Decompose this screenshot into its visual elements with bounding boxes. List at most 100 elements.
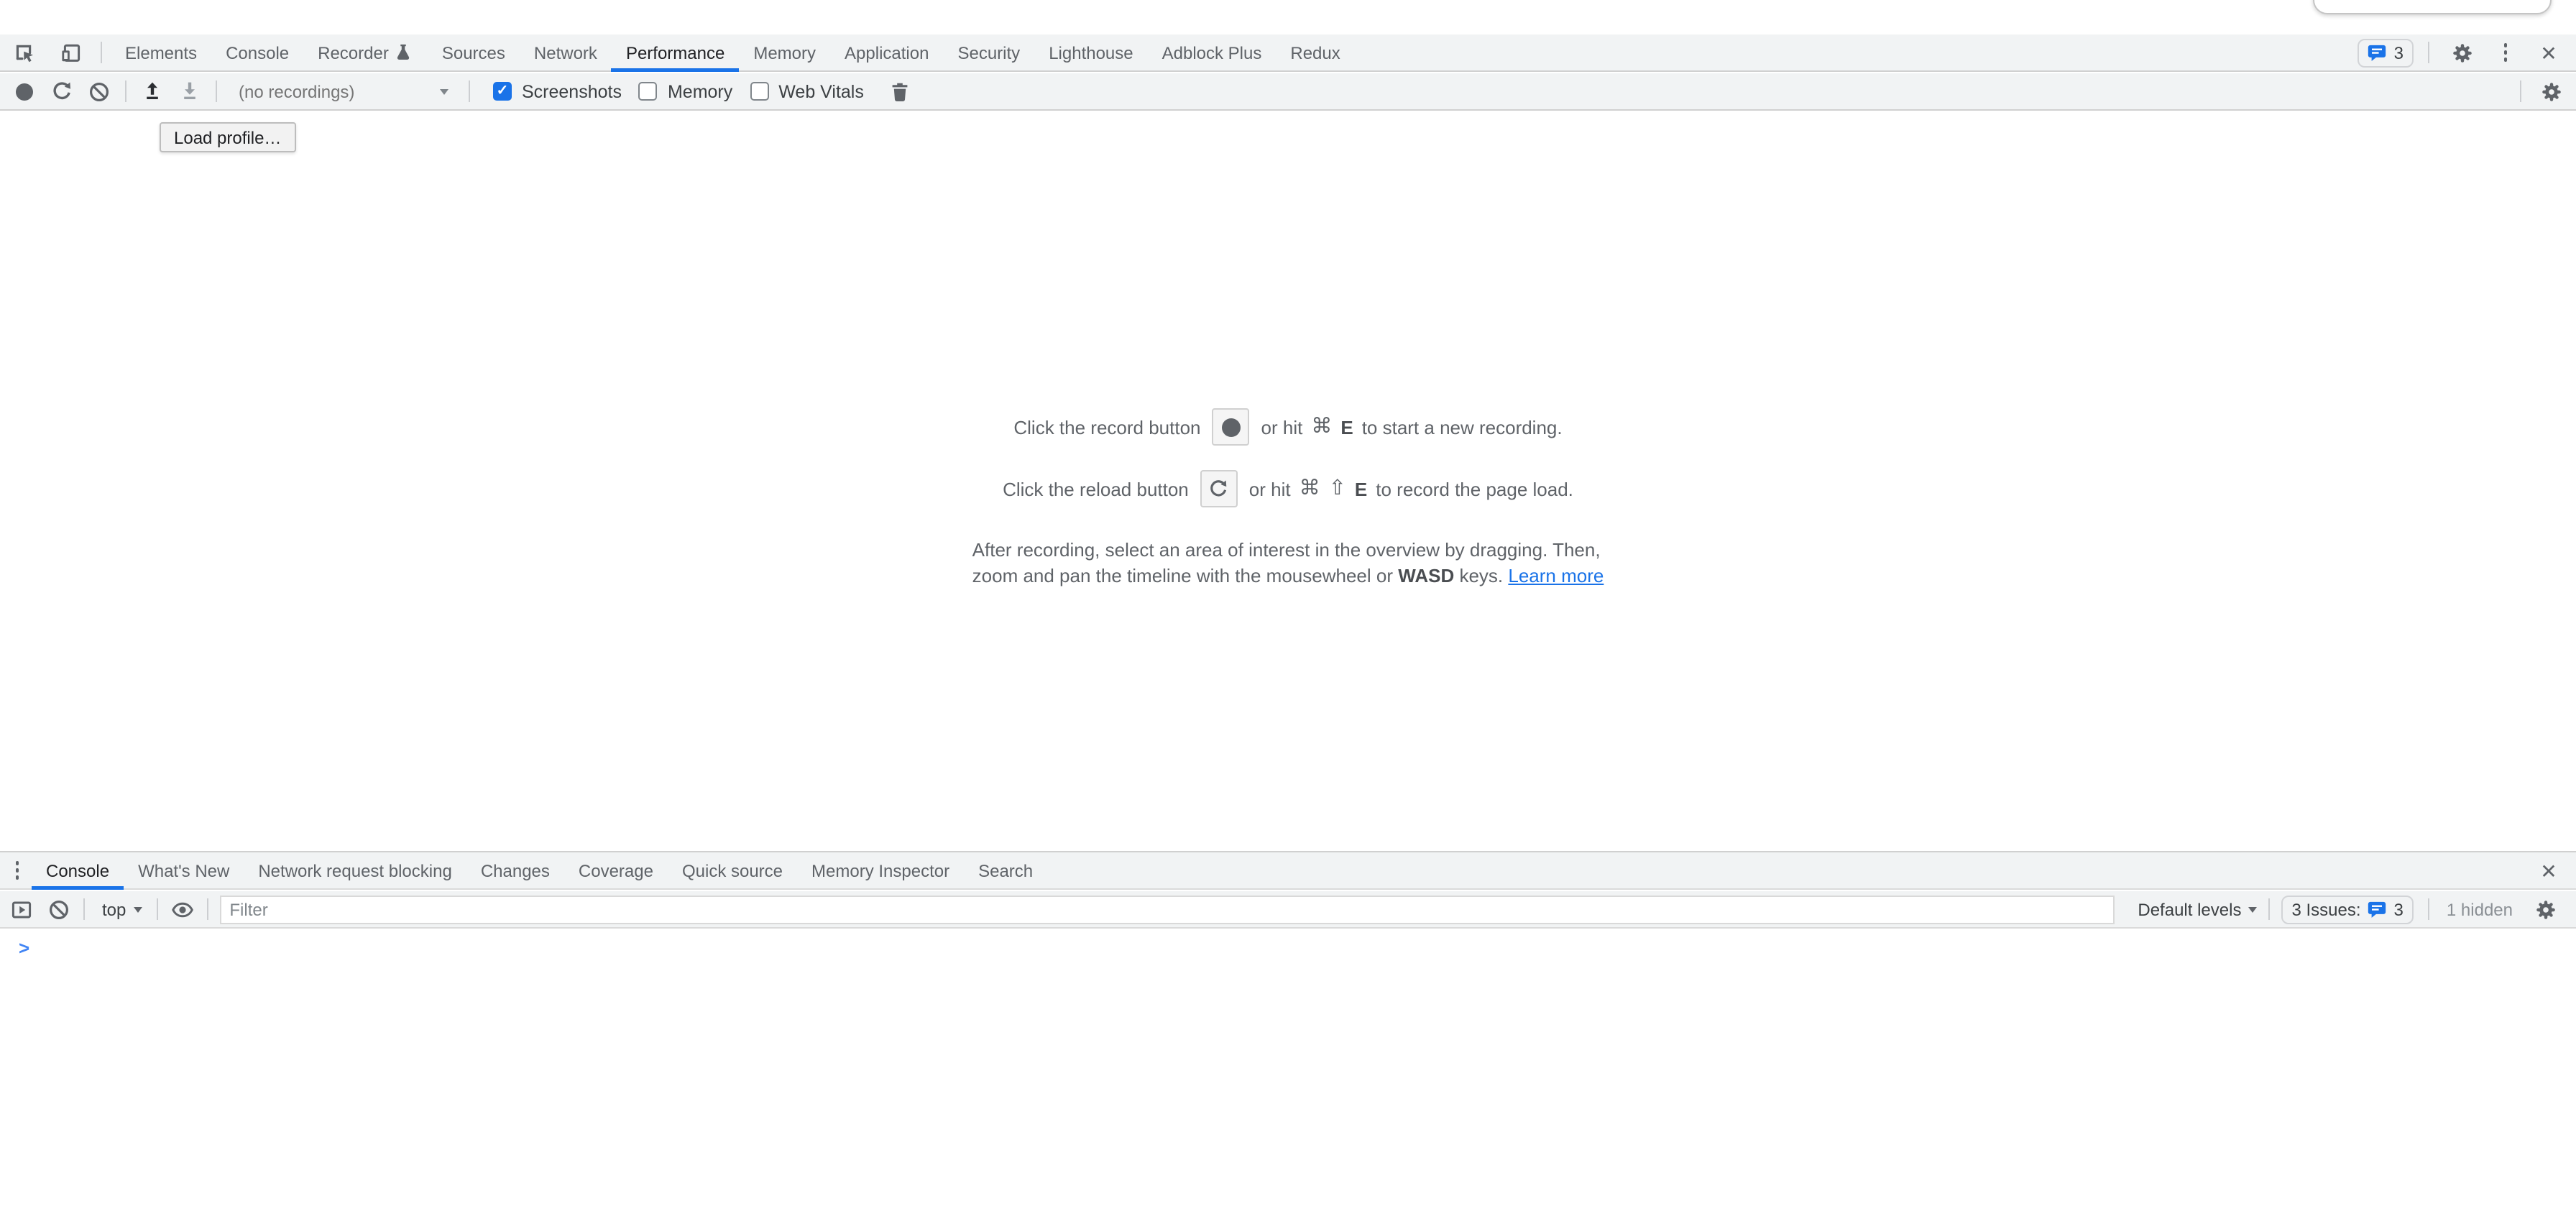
close-drawer-button[interactable]: ✕ <box>2530 852 2567 889</box>
tab-elements[interactable]: Elements <box>111 34 211 71</box>
issues-badge-count: 3 <box>2394 42 2404 63</box>
performance-panel-content: Click the record button or hit ⌘ E to st… <box>0 112 2576 851</box>
tab-redux[interactable]: Redux <box>1276 34 1354 71</box>
shift-key-symbol: ⇧ <box>1329 477 1346 500</box>
checkbox-checked-icon: ✓ <box>493 82 512 101</box>
hidden-messages-label: 1 hidden <box>2447 899 2513 919</box>
context-select-value: top <box>102 899 126 919</box>
drawer-tab-network-request-blocking[interactable]: Network request blocking <box>244 852 466 889</box>
record-button[interactable] <box>6 73 43 110</box>
upload-icon <box>141 80 164 103</box>
browser-top-strip <box>0 0 2576 34</box>
drawer-tab-memory-inspector[interactable]: Memory Inspector <box>797 852 964 889</box>
drawer-tab-search[interactable]: Search <box>964 852 1047 889</box>
reload-icon <box>50 80 73 103</box>
tab-security[interactable]: Security <box>943 34 1034 71</box>
recordings-select[interactable]: (no recordings) <box>230 77 457 106</box>
tab-console[interactable]: Console <box>211 34 303 71</box>
drawer-tab-quick-source[interactable]: Quick source <box>668 852 797 889</box>
drawer-tab-whats-new[interactable]: What's New <box>124 852 244 889</box>
record-and-reload-button[interactable] <box>43 73 80 110</box>
record-instruction-row: Click the record button or hit ⌘ E to st… <box>1013 408 1562 446</box>
hint-line-1: After recording, select an area of inter… <box>972 538 1604 563</box>
tab-network[interactable]: Network <box>520 34 612 71</box>
show-console-sidebar-button[interactable] <box>3 890 40 928</box>
main-tabbar: Elements Console Recorder Sources Networ… <box>0 34 2576 72</box>
record-icon <box>16 83 33 100</box>
learn-more-link[interactable]: Learn more <box>1508 564 1604 586</box>
e-key: E <box>1340 416 1353 438</box>
log-levels-select[interactable]: Default levels <box>2126 899 2257 919</box>
drawer-tab-coverage[interactable]: Coverage <box>564 852 668 889</box>
drawer-tab-changes[interactable]: Changes <box>466 852 564 889</box>
cmd-key-symbol: ⌘ <box>1311 415 1332 438</box>
issues-badge-button[interactable]: 3 <box>2358 38 2414 67</box>
create-live-expression-button[interactable] <box>163 890 201 928</box>
tab-sources[interactable]: Sources <box>428 34 520 71</box>
eye-icon <box>170 898 193 921</box>
javascript-context-select[interactable]: top <box>91 899 142 919</box>
divider <box>2520 80 2521 102</box>
console-messages-area[interactable]: > <box>0 930 2576 1206</box>
settings-button[interactable] <box>2444 34 2481 71</box>
inspect-element-button[interactable] <box>6 34 43 71</box>
web-vitals-label: Web Vitals <box>778 81 864 101</box>
performance-toolbar: (no recordings) ✓ Screenshots Memory Web… <box>0 73 2576 111</box>
record-button-inline[interactable] <box>1213 408 1250 446</box>
clear-icon <box>88 80 111 103</box>
hint-line-2: zoom and pan the timeline with the mouse… <box>972 563 1604 588</box>
performance-empty-view: Click the record button or hit ⌘ E to st… <box>0 408 2576 588</box>
tab-performance[interactable]: Performance <box>612 34 739 71</box>
checkbox-unchecked-icon <box>639 82 658 101</box>
divider <box>2428 42 2429 63</box>
more-options-button[interactable] <box>2487 34 2524 71</box>
garbage-collect-button[interactable] <box>881 73 919 110</box>
e-key: E <box>1355 478 1367 500</box>
console-prompt-chevron[interactable]: > <box>19 937 29 959</box>
divider <box>2268 898 2270 920</box>
usage-hint: After recording, select an area of inter… <box>972 538 1604 588</box>
clear-console-button[interactable] <box>40 890 78 928</box>
tab-recorder-label: Recorder <box>318 42 389 63</box>
devtools-window: Elements Console Recorder Sources Networ… <box>0 0 2576 1206</box>
reload-button-inline[interactable] <box>1200 470 1238 507</box>
divider <box>156 898 157 920</box>
console-filter-input[interactable] <box>219 895 2115 924</box>
experiment-flask-icon <box>395 43 413 62</box>
tab-memory[interactable]: Memory <box>739 34 830 71</box>
drawer-tab-console[interactable]: Console <box>32 852 124 889</box>
reload-instruction-middle: or hit <box>1249 478 1291 500</box>
web-vitals-checkbox[interactable]: Web Vitals <box>750 81 864 101</box>
memory-label: Memory <box>668 81 732 101</box>
reload-icon <box>1208 478 1230 500</box>
reload-instruction-row: Click the reload button or hit ⌘ ⇧ E to … <box>1003 470 1573 507</box>
memory-checkbox[interactable]: Memory <box>639 81 732 101</box>
capture-settings-button[interactable] <box>2533 73 2570 110</box>
screenshots-checkbox[interactable]: ✓ Screenshots <box>493 81 622 101</box>
toggle-device-toolbar-button[interactable] <box>52 34 89 71</box>
close-devtools-button[interactable]: ✕ <box>2530 34 2567 71</box>
console-sidebar-icon <box>10 898 33 921</box>
drawer-more-tabs-button[interactable] <box>3 852 32 889</box>
tab-application[interactable]: Application <box>830 34 943 71</box>
console-issues-button[interactable]: 3 Issues: 3 <box>2281 895 2413 924</box>
tab-adblock-plus[interactable]: Adblock Plus <box>1148 34 1276 71</box>
tab-lighthouse[interactable]: Lighthouse <box>1034 34 1147 71</box>
save-profile-button[interactable] <box>171 73 208 110</box>
divider <box>125 80 126 102</box>
chevron-down-icon <box>133 906 142 912</box>
issues-text: 3 Issues: <box>2291 899 2360 919</box>
load-profile-tooltip: Load profile… <box>160 122 295 152</box>
console-settings-button[interactable] <box>2527 890 2564 928</box>
tab-recorder[interactable]: Recorder <box>303 34 428 71</box>
kebab-menu-icon <box>2503 41 2508 64</box>
chevron-down-icon <box>2248 906 2257 912</box>
gear-icon <box>2534 898 2557 921</box>
browser-popup-fragment <box>2313 0 2552 14</box>
divider <box>206 898 208 920</box>
kebab-menu-icon <box>15 859 19 882</box>
chevron-down-icon <box>440 88 448 94</box>
load-profile-button[interactable] <box>134 73 171 110</box>
console-toolbar: top Default levels 3 Issues: 3 <box>0 891 2576 929</box>
clear-button[interactable] <box>80 73 118 110</box>
